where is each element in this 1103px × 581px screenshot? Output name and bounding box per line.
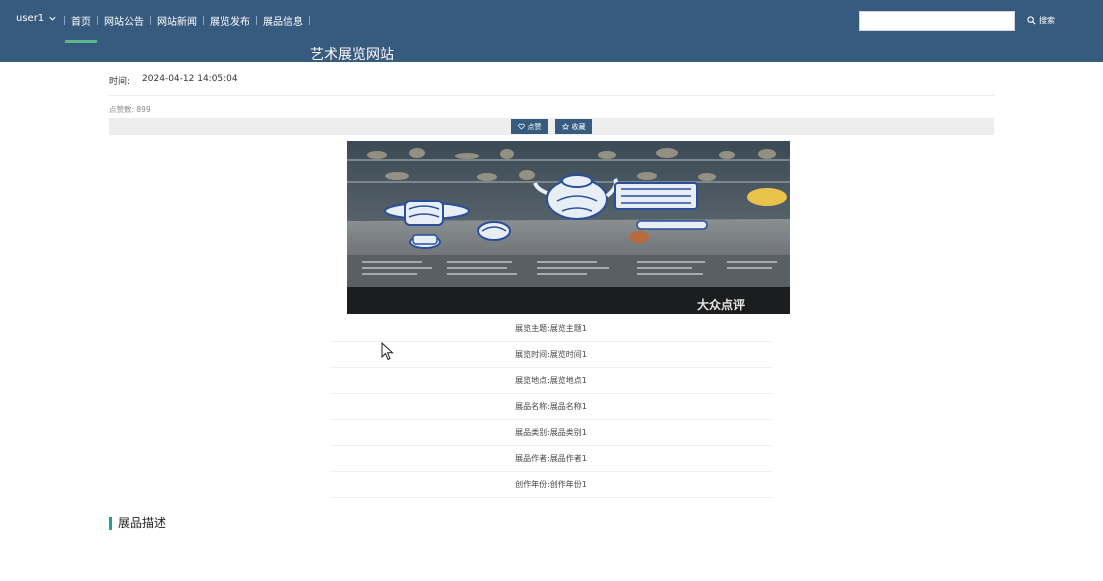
user-name: user1 bbox=[16, 13, 45, 24]
info-exhibit-category: 展品类别:展品类别1 bbox=[330, 420, 772, 446]
action-bar: 点赞 收藏 bbox=[109, 118, 994, 135]
nav-separator bbox=[150, 16, 151, 25]
exhibit-info-list: 展览主题:展览主题1 展览时间:展览时间1 展览地点:展览地点1 展品名称:展品… bbox=[330, 316, 772, 498]
search-button-label: 搜索 bbox=[1039, 16, 1055, 25]
info-creation-year: 创作年份:创作年份1 bbox=[330, 472, 772, 498]
nav-item-exhibits[interactable]: 展品信息 bbox=[263, 13, 303, 28]
like-button-label: 点赞 bbox=[527, 122, 542, 131]
top-navigation-bar: user1 首页 网站公告 网站新闻 展览发布 展品信息 艺术展览网站 搜索 bbox=[0, 0, 1103, 63]
nav-separator bbox=[309, 16, 310, 25]
mouse-cursor-icon bbox=[381, 342, 394, 361]
publish-time-value: 2024-04-12 14:05:04 bbox=[142, 74, 238, 84]
favorite-button-label: 收藏 bbox=[571, 122, 586, 131]
nav-separator bbox=[97, 16, 98, 25]
search-input[interactable] bbox=[859, 11, 1015, 31]
like-button[interactable]: 点赞 bbox=[511, 119, 548, 134]
info-exhibit-author: 展品作者:展品作者1 bbox=[330, 446, 772, 472]
nav-item-home[interactable]: 首页 bbox=[65, 13, 97, 43]
photo-watermark: 大众点评 bbox=[697, 297, 745, 312]
exhibit-photo: 大众点评 bbox=[347, 141, 790, 314]
main-nav: 首页 网站公告 网站新闻 展览发布 展品信息 bbox=[58, 13, 316, 43]
nav-separator bbox=[256, 16, 257, 25]
info-exhibit-name: 展品名称:展品名称1 bbox=[330, 394, 772, 420]
publish-time-label: 时间: bbox=[109, 77, 131, 87]
info-location: 展览地点:展览地点1 bbox=[330, 368, 772, 394]
description-heading: 展品描述 bbox=[109, 517, 166, 530]
nav-item-announcements[interactable]: 网站公告 bbox=[104, 13, 144, 28]
user-menu[interactable]: user1 bbox=[16, 13, 58, 24]
nav-separator bbox=[203, 16, 204, 25]
divider bbox=[109, 95, 994, 96]
info-theme: 展览主题:展览主题1 bbox=[330, 316, 772, 342]
search-icon bbox=[1027, 16, 1036, 25]
star-icon bbox=[561, 123, 569, 130]
favorite-button[interactable]: 收藏 bbox=[555, 119, 592, 134]
info-time: 展览时间:展览时间1 bbox=[330, 342, 772, 368]
site-title: 艺术展览网站 bbox=[310, 47, 394, 63]
publish-time: 时间: 2024-04-12 14:05:04 bbox=[109, 74, 238, 87]
chevron-down-icon bbox=[49, 16, 56, 21]
nav-separator bbox=[64, 16, 65, 25]
view-count: 点赞数: 899 bbox=[109, 105, 151, 114]
nav-item-news[interactable]: 网站新闻 bbox=[157, 13, 197, 28]
nav-item-exhibitions[interactable]: 展览发布 bbox=[210, 13, 250, 28]
heart-icon bbox=[517, 123, 525, 130]
search-button[interactable]: 搜索 bbox=[1027, 15, 1055, 26]
